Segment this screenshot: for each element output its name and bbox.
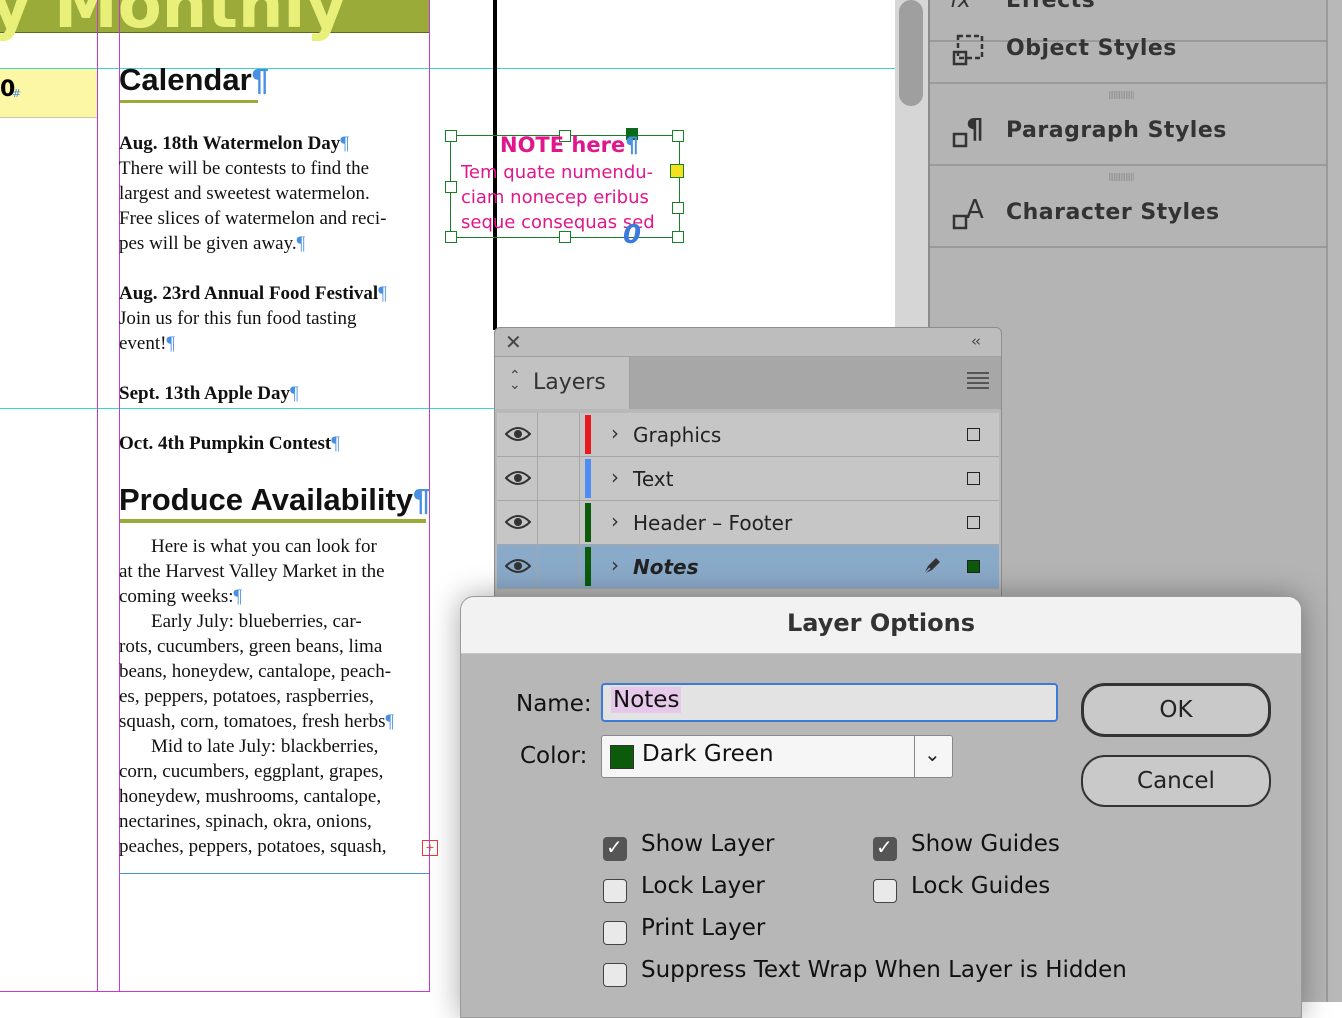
layers-panel-titlebar[interactable]: [495, 328, 1001, 357]
panel-row-paragraph-styles[interactable]: ¶ Paragraph Styles: [930, 84, 1330, 166]
frame-handle[interactable]: [445, 181, 457, 193]
sort-arrows-icon: ⌃ ⌄: [509, 368, 521, 393]
layer-color-swatch: [585, 459, 591, 498]
layer-row-text[interactable]: › Text: [497, 457, 999, 501]
panel-menu-icon[interactable]: [967, 372, 989, 390]
calendar-story[interactable]: Aug. 18th Watermelon Day¶ There will be …: [119, 131, 434, 456]
margin-guide: [0, 991, 430, 992]
event-title: Oct. 4th Pumpkin Contest¶: [119, 433, 340, 454]
eye-icon[interactable]: [505, 469, 531, 487]
event-title: Aug. 23rd Annual Food Festival¶: [119, 283, 387, 304]
character-styles-icon: A: [952, 195, 984, 230]
panel-row-character-styles[interactable]: A Character Styles: [930, 166, 1330, 248]
layer-name[interactable]: Text: [633, 467, 673, 491]
frame-handle[interactable]: [445, 231, 457, 243]
chevron-down-icon[interactable]: ⌄: [924, 742, 941, 766]
frame-handle[interactable]: [672, 130, 684, 142]
name-label: Name:: [516, 691, 592, 717]
checkbox[interactable]: [603, 963, 627, 987]
layer-row-header-footer[interactable]: › Header – Footer: [497, 501, 999, 545]
svg-text:A: A: [966, 195, 984, 225]
heading-rule: [120, 519, 426, 523]
layer-name[interactable]: Header – Footer: [633, 511, 792, 535]
note-body[interactable]: Tem quate numendu- ciam nonecep eribus s…: [461, 160, 676, 235]
text-frame-edge: [119, 873, 429, 874]
color-label: Color:: [520, 743, 588, 769]
pen-icon: [923, 558, 940, 575]
event-line: event!¶: [119, 333, 176, 354]
dialog-title: Layer Options: [786, 609, 975, 637]
name-value: Notes: [611, 687, 682, 713]
layer-color-swatch: [585, 503, 591, 542]
layer-row-graphics[interactable]: › Graphics: [497, 413, 999, 457]
layer-selection-square[interactable]: [967, 560, 980, 573]
event-line: pes will be given away.¶: [119, 233, 306, 254]
event-title: Sept. 13th Apple Day¶: [119, 383, 299, 404]
layer-selection-square[interactable]: [967, 428, 980, 441]
layer-color-swatch: [585, 547, 591, 586]
note-anchor-icon: 0: [623, 220, 642, 250]
event-line: There will be contests to find the: [119, 158, 370, 179]
masthead-banner: y Monthly: [0, 0, 430, 43]
close-icon[interactable]: ✕: [505, 330, 522, 354]
note-title[interactable]: NOTE here¶: [500, 133, 639, 157]
layer-options-dialog: Layer Options Name: Notes Color: Dark Gr…: [460, 596, 1302, 1018]
calendar-heading[interactable]: Calendar¶: [119, 62, 269, 98]
panel-row-object-styles[interactable]: Object Styles: [930, 2, 1330, 84]
name-field[interactable]: Notes: [601, 683, 1058, 722]
layer-color-swatch: [585, 415, 591, 454]
color-value: Dark Green: [642, 741, 774, 767]
masthead-text: y Monthly: [0, 0, 348, 43]
color-dropdown[interactable]: Dark Green ⌄: [601, 735, 953, 778]
chevron-right-icon[interactable]: ›: [611, 421, 619, 445]
collapse-icon[interactable]: ‹‹: [971, 332, 981, 350]
svg-text:¶: ¶: [966, 112, 984, 145]
scrollbar-thumb[interactable]: [899, 0, 923, 106]
checkbox[interactable]: [873, 835, 897, 861]
produce-heading[interactable]: Produce Availability¶: [119, 482, 430, 518]
layer-row-notes[interactable]: › Notes: [497, 545, 999, 589]
checkbox[interactable]: [873, 879, 897, 903]
eye-icon[interactable]: [505, 557, 531, 575]
layer-selection-square[interactable]: [967, 472, 980, 485]
layer-name[interactable]: Graphics: [633, 423, 721, 447]
event-title: Aug. 18th Watermelon Day¶: [119, 133, 349, 154]
event-line: Join us for this fun food tasting: [119, 308, 357, 329]
event-line: largest and sweetest watermelon.: [119, 183, 370, 204]
panel-edge: [1326, 0, 1342, 1002]
overset-text-icon[interactable]: +: [422, 840, 438, 856]
produce-story[interactable]: Here is what you can look for at the Har…: [119, 534, 434, 859]
column-guide: [97, 0, 98, 992]
color-swatch: [610, 745, 634, 769]
checkbox[interactable]: [603, 879, 627, 903]
checkbox[interactable]: [603, 835, 627, 861]
heading-rule: [120, 100, 258, 103]
tab-layers-label: Layers: [533, 370, 606, 395]
paragraph-styles-icon: ¶: [952, 112, 984, 148]
ok-button[interactable]: OK: [1081, 683, 1271, 737]
object-styles-icon: [952, 34, 984, 66]
frame-handle[interactable]: [445, 130, 457, 142]
layer-selection-square[interactable]: [967, 516, 980, 529]
hash-mark: #: [12, 87, 22, 100]
cancel-button[interactable]: Cancel: [1081, 755, 1271, 807]
layers-panel: ✕ ‹‹ ⌃ ⌄ Layers › Graphics › Text › Heade…: [494, 327, 1002, 599]
eye-icon[interactable]: [505, 513, 531, 531]
yellow-sidebar-box: 0 #: [0, 68, 97, 118]
eye-icon[interactable]: [505, 425, 531, 443]
checkbox[interactable]: [603, 921, 627, 945]
chevron-right-icon[interactable]: ›: [611, 465, 619, 489]
chevron-right-icon[interactable]: ›: [611, 509, 619, 533]
event-line: Free slices of watermelon and reci-: [119, 208, 387, 229]
chevron-right-icon[interactable]: ›: [611, 553, 619, 577]
layer-name[interactable]: Notes: [633, 555, 699, 579]
